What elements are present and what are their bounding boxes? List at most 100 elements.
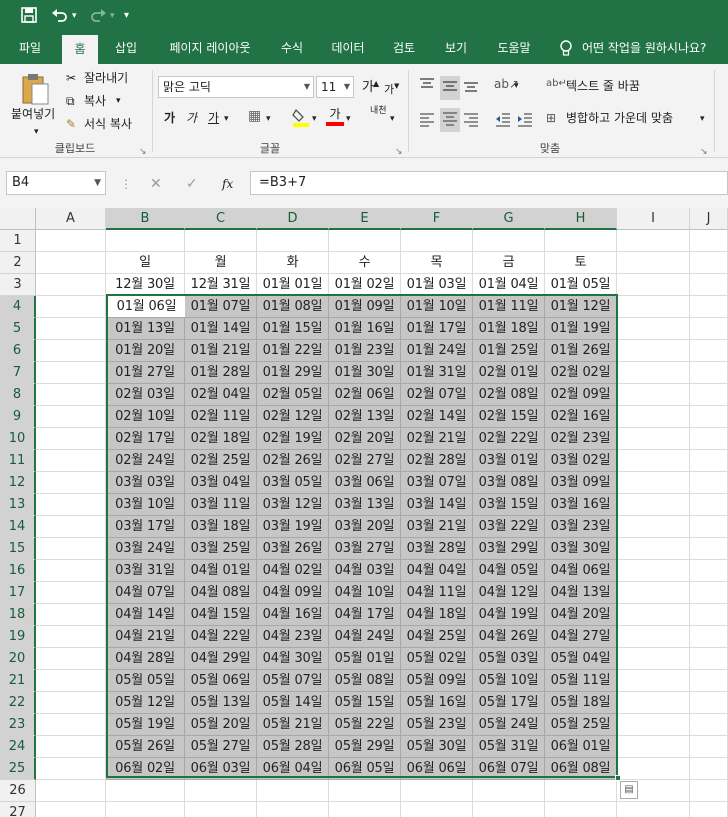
grid-cell[interactable] — [36, 648, 106, 670]
grid-cell[interactable]: 05월 15일 — [329, 692, 401, 714]
grid-cell[interactable]: 05월 13일 — [185, 692, 257, 714]
grid-cell[interactable]: 05월 30일 — [401, 736, 473, 758]
grid-cell[interactable] — [617, 230, 690, 252]
grid-cell[interactable]: 04월 26일 — [473, 626, 545, 648]
align-middle-icon[interactable] — [440, 76, 460, 100]
row-header[interactable]: 24 — [0, 736, 36, 758]
grid-cell[interactable] — [473, 780, 545, 802]
grid-cell[interactable] — [257, 780, 329, 802]
grid-cell[interactable]: 04월 15일 — [185, 604, 257, 626]
grid-cell[interactable]: 05월 07일 — [257, 670, 329, 692]
grid-cell[interactable]: 04월 09일 — [257, 582, 329, 604]
grid-cell[interactable]: 01월 07일 — [185, 296, 257, 318]
grid-cell[interactable]: 05월 08일 — [329, 670, 401, 692]
grid-cell[interactable] — [617, 802, 690, 817]
grid-cell[interactable]: 03월 03일 — [106, 472, 185, 494]
grid-cell[interactable]: 03월 05일 — [257, 472, 329, 494]
grid-cell[interactable] — [617, 604, 690, 626]
grid-cell[interactable] — [185, 230, 257, 252]
grid-cell[interactable]: 05월 02일 — [401, 648, 473, 670]
grid-cell[interactable]: 수 — [329, 252, 401, 274]
grid-cell[interactable]: 03월 17일 — [106, 516, 185, 538]
grid-cell[interactable]: 04월 11일 — [401, 582, 473, 604]
grid-cell[interactable]: 05월 04일 — [545, 648, 617, 670]
save-icon[interactable] — [20, 6, 38, 29]
grid-cell[interactable] — [690, 428, 728, 450]
grid-cell[interactable]: 01월 15일 — [257, 318, 329, 340]
grid-cell[interactable]: 02월 26일 — [257, 450, 329, 472]
redo-icon[interactable] — [88, 6, 108, 29]
tab-data[interactable]: 데이터 — [322, 34, 374, 64]
column-header[interactable]: D — [257, 208, 329, 230]
grid-cell[interactable] — [617, 362, 690, 384]
grid-cell[interactable] — [617, 406, 690, 428]
row-header[interactable]: 8 — [0, 384, 36, 406]
column-header[interactable]: E — [329, 208, 401, 230]
grid-cell[interactable] — [690, 560, 728, 582]
name-box[interactable]: B4 ▼ — [6, 171, 106, 195]
grid-cell[interactable]: 04월 19일 — [473, 604, 545, 626]
grid-cell[interactable] — [36, 318, 106, 340]
grid-cell[interactable]: 03월 15일 — [473, 494, 545, 516]
grid-cell[interactable]: 01월 26일 — [545, 340, 617, 362]
grid-cell[interactable]: 05월 06일 — [185, 670, 257, 692]
chevron-down-icon[interactable]: ▾ — [110, 6, 115, 26]
font-name-select[interactable]: 맑은 고딕 ▼ — [158, 76, 314, 98]
row-header[interactable]: 16 — [0, 560, 36, 582]
grid-cell[interactable] — [36, 494, 106, 516]
grid-cell[interactable]: 04월 12일 — [473, 582, 545, 604]
grid-cell[interactable] — [690, 318, 728, 340]
grid-cell[interactable]: 01월 10일 — [401, 296, 473, 318]
grid-cell[interactable] — [617, 516, 690, 538]
undo-icon[interactable] — [50, 6, 70, 29]
align-center-icon[interactable] — [440, 108, 460, 132]
grid-cell[interactable]: 04월 27일 — [545, 626, 617, 648]
grid-cell[interactable] — [617, 296, 690, 318]
quick-analysis-icon[interactable]: ▤ — [620, 781, 638, 799]
grid-cell[interactable]: 04월 01일 — [185, 560, 257, 582]
grid-cell[interactable]: 03월 29일 — [473, 538, 545, 560]
row-header[interactable]: 25 — [0, 758, 36, 780]
grid-cell[interactable]: 03월 10일 — [106, 494, 185, 516]
grid-cell[interactable] — [106, 230, 185, 252]
row-header[interactable]: 20 — [0, 648, 36, 670]
grid-cell[interactable] — [617, 714, 690, 736]
grid-cell[interactable]: 03월 16일 — [545, 494, 617, 516]
grid-cell[interactable]: 04월 07일 — [106, 582, 185, 604]
row-header[interactable]: 6 — [0, 340, 36, 362]
grid-cell[interactable]: 03월 12일 — [257, 494, 329, 516]
grid-cell[interactable]: 02월 01일 — [473, 362, 545, 384]
grid-cell[interactable]: 03월 19일 — [257, 516, 329, 538]
grid-cell[interactable] — [36, 406, 106, 428]
row-header[interactable]: 12 — [0, 472, 36, 494]
borders-icon[interactable]: ▦ — [248, 108, 261, 124]
grid-cell[interactable]: 03월 02일 — [545, 450, 617, 472]
grid-cell[interactable]: 05월 12일 — [106, 692, 185, 714]
grid-cell[interactable]: 02월 08일 — [473, 384, 545, 406]
align-bottom-icon[interactable] — [462, 76, 480, 98]
grid-cell[interactable]: 05월 29일 — [329, 736, 401, 758]
grid-cell[interactable]: 01월 01일 — [257, 274, 329, 296]
grid-cell[interactable]: 02월 15일 — [473, 406, 545, 428]
grid-cell[interactable]: 02월 11일 — [185, 406, 257, 428]
grid-cell[interactable]: 04월 10일 — [329, 582, 401, 604]
grid-cell[interactable]: 03월 28일 — [401, 538, 473, 560]
grid-cell[interactable] — [401, 230, 473, 252]
grid-cell[interactable]: 05월 14일 — [257, 692, 329, 714]
grid-cell[interactable] — [617, 648, 690, 670]
row-header[interactable]: 15 — [0, 538, 36, 560]
grid-cell[interactable]: 12월 30일 — [106, 274, 185, 296]
grid-cell[interactable]: 02월 21일 — [401, 428, 473, 450]
grid-cell[interactable]: 04월 23일 — [257, 626, 329, 648]
grid-cell[interactable]: 04월 30일 — [257, 648, 329, 670]
grid-cell[interactable] — [690, 648, 728, 670]
grid-cell[interactable]: 01월 18일 — [473, 318, 545, 340]
grid-cell[interactable] — [545, 780, 617, 802]
align-left-icon[interactable] — [418, 110, 436, 132]
font-size-select[interactable]: 11 ▼ — [316, 76, 354, 98]
grid-cell[interactable] — [617, 560, 690, 582]
grid-cell[interactable]: 04월 18일 — [401, 604, 473, 626]
grid-cell[interactable]: 월 — [185, 252, 257, 274]
grid-cell[interactable]: 04월 29일 — [185, 648, 257, 670]
enter-edit-button[interactable]: ✓ — [186, 176, 198, 192]
